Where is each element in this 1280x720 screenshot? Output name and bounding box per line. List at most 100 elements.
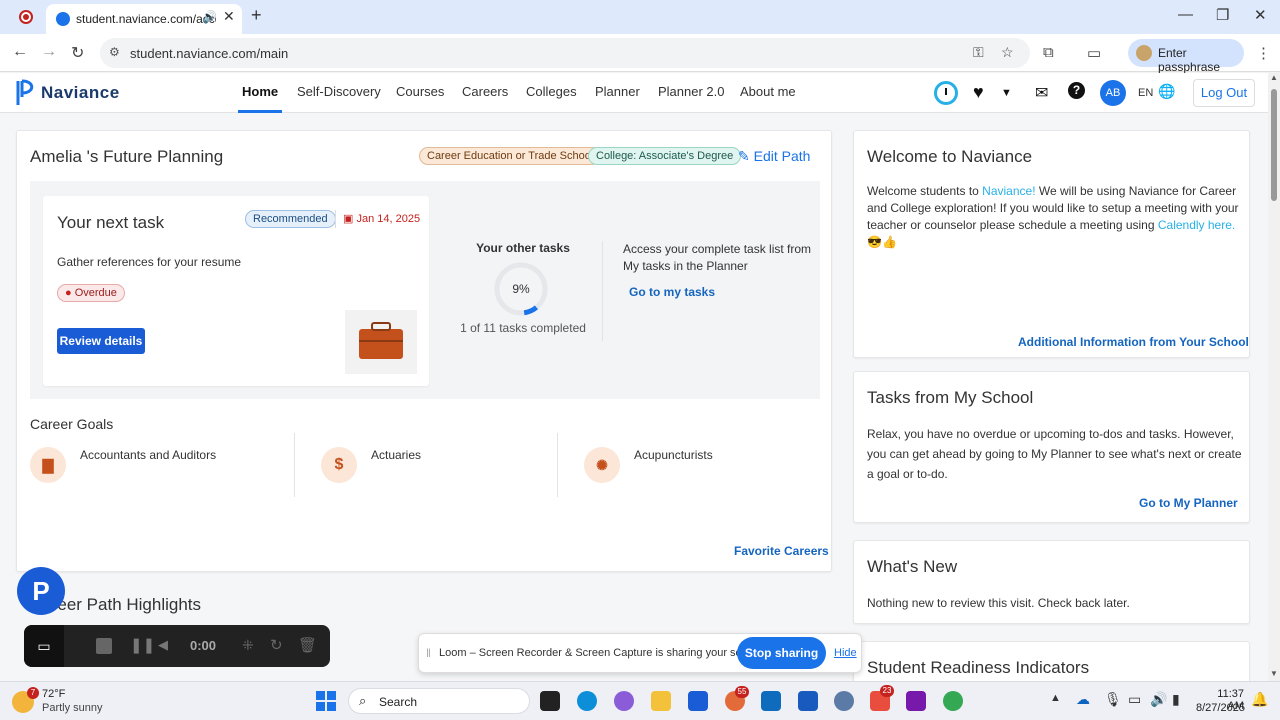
scroll-down-icon[interactable]: ▼ xyxy=(1270,669,1278,678)
weather-desc[interactable]: Partly sunny xyxy=(42,702,103,714)
file-explorer-icon[interactable] xyxy=(651,691,671,711)
nav-about-me[interactable]: About me xyxy=(740,84,796,99)
stop-recording-icon[interactable] xyxy=(96,638,112,654)
tray-chevron-icon[interactable]: ▲ xyxy=(1050,692,1061,704)
scroll-up-icon[interactable]: ▲ xyxy=(1270,73,1278,82)
new-tab-button[interactable]: + xyxy=(251,5,262,26)
taskbar-search[interactable]: ⌕ Search xyxy=(348,688,530,714)
timer-icon[interactable] xyxy=(934,81,958,105)
mail-icon[interactable]: ✉ xyxy=(1035,83,1048,103)
pause-icon[interactable]: ❚❚ xyxy=(130,636,155,654)
copilot-icon[interactable] xyxy=(614,691,634,711)
site-settings-icon[interactable]: ⚙ xyxy=(109,45,120,59)
favorites-heart-icon[interactable]: ♥ xyxy=(973,82,984,103)
profile-passphrase-button[interactable]: Enter passphrase xyxy=(1128,39,1244,74)
app-badge-1: 55 xyxy=(735,686,749,698)
naviance-link[interactable]: Naviance! xyxy=(982,184,1035,198)
next-task-card: Your next task Recommended ▣ Jan 14, 202… xyxy=(43,196,429,386)
task-view-icon[interactable] xyxy=(540,691,560,711)
notifications-icon[interactable]: 🔔 xyxy=(1251,691,1268,708)
trash-icon[interactable]: 🗑 xyxy=(298,636,317,654)
outlook-icon[interactable] xyxy=(761,691,781,711)
nav-planner-2[interactable]: Planner 2.0 xyxy=(658,84,725,99)
nav-planner[interactable]: Planner xyxy=(595,84,640,99)
globe-icon[interactable]: 🌐 xyxy=(1158,83,1175,100)
browser-menu-icon[interactable]: ⋮ xyxy=(1256,44,1271,62)
microphone-icon[interactable]: 🎙 xyxy=(1104,691,1122,708)
windows-start-icon[interactable] xyxy=(316,691,336,711)
camera-icon[interactable]: ▭ xyxy=(24,625,64,667)
close-window-icon[interactable]: ✕ xyxy=(1254,6,1267,24)
word-icon[interactable] xyxy=(798,691,818,711)
scrollbar-thumb[interactable] xyxy=(1271,89,1277,201)
nav-home[interactable]: Home xyxy=(237,84,283,113)
drag-handle-icon[interactable]: ‖ xyxy=(426,646,431,660)
go-to-my-tasks-link[interactable]: Go to my tasks xyxy=(629,285,715,299)
bookmark-star-icon[interactable]: ☆ xyxy=(1001,44,1014,61)
next-task-text: Gather references for your resume xyxy=(57,255,242,269)
search-label: Search xyxy=(379,695,418,709)
chevron-down-icon[interactable]: ▼ xyxy=(1001,87,1012,99)
omnibox[interactable]: ⚙ student.naviance.com/main ⚿ ☆ xyxy=(100,38,1030,68)
welcome-card: Welcome to Naviance Welcome students to … xyxy=(853,130,1250,358)
chrome-icon[interactable] xyxy=(943,691,963,711)
access-task-text: Access your complete task list from My t… xyxy=(623,242,812,273)
nav-courses[interactable]: Courses xyxy=(396,84,444,99)
logo-text[interactable]: Naviance xyxy=(41,83,120,103)
edge-icon[interactable] xyxy=(577,691,597,711)
search-icon: ⌕ xyxy=(359,693,367,708)
tasks-area: Your next task Recommended ▣ Jan 14, 202… xyxy=(30,181,820,399)
password-key-icon[interactable]: ⚿ xyxy=(973,44,984,61)
clock-date[interactable]: 8/27/2025 xyxy=(1196,702,1245,714)
volume-icon[interactable]: 🔊 xyxy=(1150,691,1167,708)
user-avatar[interactable]: AB xyxy=(1100,80,1126,106)
extensions-icon[interactable]: ⧉ xyxy=(1043,44,1054,61)
profile-avatar xyxy=(1136,45,1152,61)
favorite-careers-link[interactable]: Favorite Careers xyxy=(734,544,829,558)
review-details-button[interactable]: Review details xyxy=(57,328,145,354)
back-icon[interactable]: ← xyxy=(12,43,28,61)
app-icon-2[interactable] xyxy=(834,691,854,711)
go-to-my-planner-link[interactable]: Go to My Planner xyxy=(1139,496,1238,510)
stop-sharing-button[interactable]: Stop sharing xyxy=(737,637,826,669)
audio-icon[interactable]: 🔊 xyxy=(202,10,217,24)
close-tab-icon[interactable]: ✕ xyxy=(223,8,235,25)
page-scrollbar[interactable]: ▲ ▼ xyxy=(1268,73,1280,681)
hide-button[interactable]: Hide xyxy=(834,647,857,659)
url-text[interactable]: student.naviance.com/main xyxy=(130,46,288,61)
career-goal-acupuncturists[interactable]: Acupuncturists xyxy=(634,447,713,464)
edit-path-label: Edit Path xyxy=(753,148,811,164)
logout-button[interactable]: Log Out xyxy=(1193,79,1255,107)
loom-logo-button[interactable]: P xyxy=(17,567,65,615)
onedrive-icon[interactable]: ☁ xyxy=(1076,691,1090,708)
rewind-icon[interactable]: ◀ xyxy=(158,637,168,653)
language-label[interactable]: EN xyxy=(1138,87,1153,99)
weather-temp[interactable]: 72°F xyxy=(42,688,65,700)
display-icon[interactable]: ▭ xyxy=(1128,691,1141,708)
store-icon[interactable] xyxy=(688,691,708,711)
reload-icon[interactable]: ↻ xyxy=(71,43,84,63)
maximize-icon[interactable]: ❐ xyxy=(1216,6,1229,24)
tab-search-icon[interactable]: ▭ xyxy=(1087,44,1101,62)
grid-icon[interactable]: ⁜ xyxy=(242,637,254,654)
career-goal-actuaries[interactable]: Actuaries xyxy=(371,447,421,464)
nav-careers[interactable]: Careers xyxy=(462,84,508,99)
battery-icon[interactable]: ▮ xyxy=(1172,691,1180,708)
forward-icon[interactable]: → xyxy=(41,43,57,61)
edit-path-link[interactable]: ✎ Edit Path xyxy=(738,148,810,165)
additional-info-link[interactable]: Additional Information from Your School xyxy=(1018,335,1249,349)
whats-new-card: What's New Nothing new to review this vi… xyxy=(853,540,1250,624)
briefcase-icon: ▇ xyxy=(30,447,66,483)
restart-icon[interactable]: ↻ xyxy=(270,636,283,654)
nav-colleges[interactable]: Colleges xyxy=(526,84,577,99)
minimize-icon[interactable]: — xyxy=(1178,6,1193,23)
nav-self-discovery[interactable]: Self-Discovery xyxy=(297,84,381,99)
tab-title: student.naviance.com/acco xyxy=(76,12,216,26)
calendly-link[interactable]: Calendly here. xyxy=(1158,218,1235,232)
naviance-logo-icon[interactable] xyxy=(15,79,37,107)
onenote-icon[interactable] xyxy=(906,691,926,711)
career-goal-accountants[interactable]: Accountants and Auditors xyxy=(80,447,216,464)
weather-badge: 7 xyxy=(27,687,39,699)
help-icon[interactable]: ? xyxy=(1068,82,1085,99)
browser-tab[interactable]: student.naviance.com/acco 🔊 ✕ xyxy=(46,4,242,34)
